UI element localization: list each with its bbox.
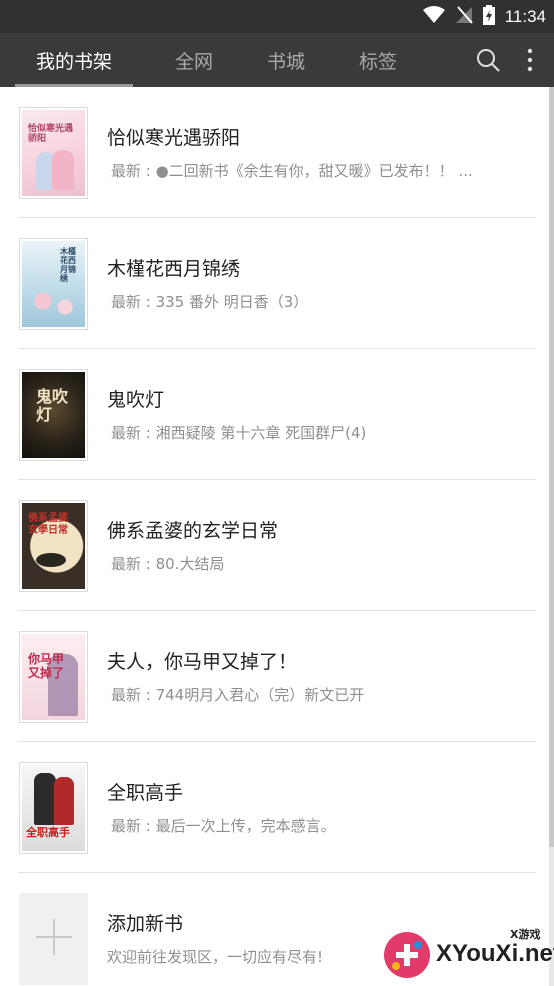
cover-title-text: 恰似寒光遇骄阳 xyxy=(28,124,74,144)
book-title: 夫人，你马甲又掉了！ xyxy=(107,651,298,673)
search-icon[interactable] xyxy=(470,33,506,87)
book-cover: 鬼吹灯 xyxy=(19,369,88,461)
book-latest-chapter: 最新 : ●二回新书《余生有你，甜又暖》已发布！！ ... xyxy=(111,162,473,180)
cover-title-text: 木槿花西月锦绣 xyxy=(60,247,76,283)
watermark-text: XYouXi.net xyxy=(436,940,554,967)
scrollbar-thumb[interactable] xyxy=(549,87,554,847)
tab-bookstore[interactable]: 书城 xyxy=(242,33,330,87)
gamepad-logo-icon xyxy=(384,932,430,978)
book-latest-chapter: 最新 : 335 番外 明日香（3） xyxy=(111,293,309,311)
book-title: 佛系孟婆的玄学日常 xyxy=(107,520,279,542)
plus-icon xyxy=(35,919,72,959)
book-title: 全职高手 xyxy=(107,782,184,804)
add-book-title: 添加新书 xyxy=(107,913,184,935)
status-time: 11:34 xyxy=(504,6,546,26)
book-title: 鬼吹灯 xyxy=(107,389,165,411)
bookshelf-list: 恰似寒光遇骄阳 恰似寒光遇骄阳 最新 : ●二回新书《余生有你，甜又暖》已发布！… xyxy=(0,87,554,986)
watermark: X游戏 XYouXi.net xyxy=(384,926,554,982)
book-latest-chapter: 最新 : 80.大结局 xyxy=(111,555,225,573)
signal-off-icon xyxy=(455,5,473,28)
book-latest-chapter: 最新 : 744明月入君心（完）新文已开 xyxy=(111,686,365,704)
book-row[interactable]: 你马甲又掉了 夫人，你马甲又掉了！ 最新 : 744明月入君心（完）新文已开 xyxy=(0,611,554,742)
book-row[interactable]: 佛系孟婆 玄學日常 佛系孟婆的玄学日常 最新 : 80.大结局 xyxy=(0,480,554,611)
book-title: 恰似寒光遇骄阳 xyxy=(107,127,241,149)
book-cover: 恰似寒光遇骄阳 xyxy=(19,107,88,199)
book-row[interactable]: 恰似寒光遇骄阳 恰似寒光遇骄阳 最新 : ●二回新书《余生有你，甜又暖》已发布！… xyxy=(0,87,554,218)
battery-charging-icon xyxy=(482,4,495,29)
book-title: 木槿花西月锦绣 xyxy=(107,258,241,280)
book-row[interactable]: 全职高手 全职高手 最新 : 最后一次上传，完本感言。 xyxy=(0,742,554,873)
book-cover: 你马甲又掉了 xyxy=(19,631,88,723)
cover-title-text: 全职高手 xyxy=(26,826,70,839)
app-bar: 我的书架 全网 书城 标签 xyxy=(0,33,554,87)
book-cover: 佛系孟婆 玄學日常 xyxy=(19,500,88,592)
book-row[interactable]: 木槿花西月锦绣 木槿花西月锦绣 最新 : 335 番外 明日香（3） xyxy=(0,218,554,349)
book-latest-chapter: 最新 : 湘西疑陵 第十六章 死国群尸(4) xyxy=(111,424,367,442)
book-cover: 木槿花西月锦绣 xyxy=(19,238,88,330)
wifi-icon xyxy=(422,5,445,28)
status-bar: 11:34 xyxy=(0,0,554,33)
cover-title-text: 佛系孟婆 玄學日常 xyxy=(28,513,68,536)
more-vertical-icon[interactable] xyxy=(516,33,544,87)
add-book-cover[interactable] xyxy=(19,893,88,985)
book-cover: 全职高手 xyxy=(19,762,88,854)
tab-tags[interactable]: 标签 xyxy=(334,33,422,87)
cover-title-text: 鬼吹灯 xyxy=(36,387,69,424)
book-latest-chapter: 最新 : 最后一次上传，完本感言。 xyxy=(111,817,336,835)
book-row[interactable]: 鬼吹灯 鬼吹灯 最新 : 湘西疑陵 第十六章 死国群尸(4) xyxy=(0,349,554,480)
tab-all-web[interactable]: 全网 xyxy=(150,33,238,87)
tab-my-bookshelf[interactable]: 我的书架 xyxy=(15,33,133,87)
cover-title-text: 你马甲又掉了 xyxy=(28,652,65,680)
